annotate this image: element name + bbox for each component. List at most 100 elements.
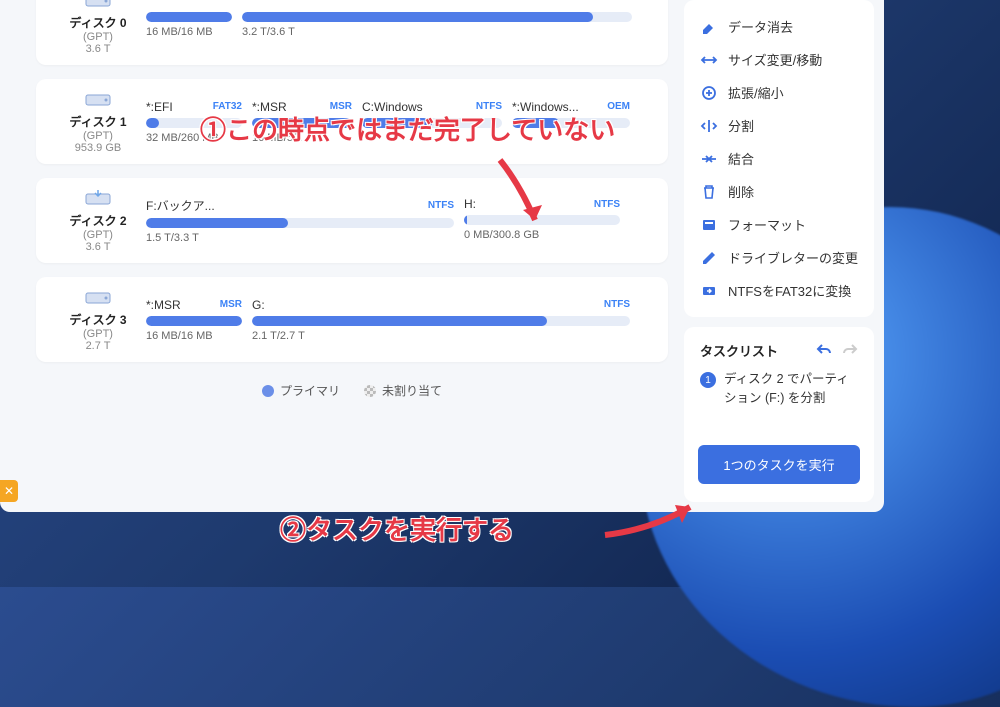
task-number-badge: 1 bbox=[700, 372, 716, 388]
task-list-box: タスクリスト 1 ディスク 2 でパーティション (F:) を分割 1つのタスク… bbox=[684, 327, 874, 502]
undo-icon[interactable] bbox=[816, 341, 832, 360]
op-format[interactable]: フォーマット bbox=[690, 208, 868, 241]
op-label: 分割 bbox=[728, 116, 754, 135]
partition[interactable]: *:Windows... OEM bbox=[512, 100, 630, 144]
trash-icon bbox=[700, 183, 718, 201]
op-label: 結合 bbox=[728, 149, 754, 168]
partition[interactable]: G: NTFS 2.1 T/2.7 T bbox=[252, 298, 630, 342]
partition-fs: NTFS bbox=[594, 199, 620, 210]
disk-capacity: 953.9 GB bbox=[75, 142, 121, 154]
partition-fs: MSR bbox=[330, 101, 352, 112]
partition[interactable]: C:WindowsNTFS bbox=[362, 100, 502, 144]
partition-list: 16 MB/16 MB 3.2 T/3.6 T bbox=[146, 8, 654, 38]
op-label: フォーマット bbox=[728, 215, 806, 234]
op-label: 削除 bbox=[728, 182, 754, 201]
op-data-erase[interactable]: データ消去 bbox=[690, 10, 868, 43]
disk-info: ディスク 1 (GPT) 953.9 GB bbox=[50, 89, 146, 154]
convert-icon bbox=[700, 282, 718, 300]
partition-label: G: bbox=[252, 298, 265, 312]
op-split[interactable]: 分割 bbox=[690, 109, 868, 142]
close-icon: ✕ bbox=[4, 484, 14, 498]
disk-card-2[interactable]: ディスク 2 (GPT) 3.6 T F:バックア...NTFS 1.5 T/3… bbox=[36, 178, 668, 263]
app-window: ディスク 0 (GPT) 3.6 T 16 MB/16 MB 3.2 T/3.6… bbox=[0, 0, 884, 512]
partition[interactable]: *:EFIFAT32 32 MB/260 MB bbox=[146, 100, 242, 144]
partition-label: *:MSR bbox=[146, 298, 181, 312]
op-label: 拡張/縮小 bbox=[728, 83, 784, 102]
partition[interactable]: F:バックア... NTFS 1.5 T/3.3 T bbox=[146, 197, 454, 244]
disk-list-panel: ディスク 0 (GPT) 3.6 T 16 MB/16 MB 3.2 T/3.6… bbox=[0, 0, 678, 512]
partition-size: 2.1 T/2.7 T bbox=[252, 330, 630, 342]
op-resize-move[interactable]: サイズ変更/移動 bbox=[690, 43, 868, 76]
op-merge[interactable]: 結合 bbox=[690, 142, 868, 175]
unallocated-swatch-icon bbox=[364, 385, 376, 397]
partition[interactable]: H:NTFS 0 MB/300.8 GB bbox=[464, 197, 620, 244]
resize-icon bbox=[700, 51, 718, 69]
disk-info: ディスク 0 (GPT) 3.6 T bbox=[50, 0, 146, 55]
side-tab[interactable]: ✕ bbox=[0, 480, 18, 502]
redo-icon[interactable] bbox=[842, 341, 858, 360]
partition-fs: NTFS bbox=[604, 299, 630, 310]
legend: プライマリ 未割り当て bbox=[36, 376, 668, 405]
partition[interactable]: *:MSR MSR 16 MB/16 MB bbox=[146, 298, 242, 342]
op-ntfs-to-fat32[interactable]: NTFSをFAT32に変換 bbox=[690, 274, 868, 307]
disk-icon bbox=[84, 0, 112, 10]
legend-primary-label: プライマリ bbox=[280, 382, 340, 399]
task-item[interactable]: 1 ディスク 2 でパーティション (F:) を分割 bbox=[690, 368, 868, 416]
disk-scheme: (GPT) bbox=[83, 130, 113, 142]
partition-label: H: bbox=[464, 197, 476, 211]
partition-list: *:EFIFAT32 32 MB/260 MB *:MSR MSR 16 MB/5… bbox=[146, 100, 654, 144]
partition-label: *:MSR bbox=[252, 100, 287, 114]
disk-name: ディスク 1 bbox=[69, 113, 126, 130]
partition-size: 16 MB/50. bbox=[252, 132, 352, 144]
partition-fs: MSR bbox=[220, 299, 242, 310]
disk-scheme: (GPT) bbox=[83, 31, 113, 43]
partition-bar bbox=[252, 118, 352, 128]
op-label: データ消去 bbox=[728, 17, 793, 36]
disk-icon bbox=[84, 287, 112, 307]
op-label: NTFSをFAT32に変換 bbox=[728, 281, 851, 300]
partition-label: F:バックア... bbox=[146, 197, 215, 214]
annotation-2: ②タスクを実行する bbox=[280, 510, 514, 547]
run-tasks-button[interactable]: 1つのタスクを実行 bbox=[698, 445, 860, 484]
disk-card-1[interactable]: ディスク 1 (GPT) 953.9 GB *:EFIFAT32 32 MB/2… bbox=[36, 79, 668, 164]
task-list-header: タスクリスト bbox=[690, 337, 868, 368]
eraser-icon bbox=[700, 18, 718, 36]
op-change-drive-letter[interactable]: ドライブレターの変更 bbox=[690, 241, 868, 274]
partition-bar bbox=[146, 12, 232, 22]
disk-icon bbox=[84, 89, 112, 109]
format-icon bbox=[700, 216, 718, 234]
op-delete[interactable]: 削除 bbox=[690, 175, 868, 208]
split-icon bbox=[700, 117, 718, 135]
disk-capacity: 3.6 T bbox=[86, 43, 111, 55]
disk-name: ディスク 0 bbox=[69, 14, 126, 31]
partition[interactable]: 3.2 T/3.6 T bbox=[242, 8, 632, 38]
disk-capacity: 3.6 T bbox=[86, 241, 111, 253]
partition[interactable]: 16 MB/16 MB bbox=[146, 8, 232, 38]
disk-icon bbox=[84, 188, 112, 208]
partition-list: F:バックア...NTFS 1.5 T/3.3 T H:NTFS 0 MB/30… bbox=[146, 197, 654, 244]
partition-fs: OEM bbox=[607, 101, 630, 112]
partition-bar bbox=[146, 118, 242, 128]
partition-bar bbox=[362, 118, 502, 128]
partition-bar bbox=[242, 12, 632, 22]
partition-bar bbox=[252, 316, 630, 326]
partition-label: C:Windows bbox=[362, 100, 423, 114]
legend-primary: プライマリ bbox=[262, 382, 340, 399]
partition-fs: NTFS bbox=[428, 200, 454, 211]
task-text: ディスク 2 でパーティション (F:) を分割 bbox=[724, 370, 858, 408]
disk-capacity: 2.7 T bbox=[86, 340, 111, 352]
partition-bar bbox=[146, 218, 454, 228]
partition-label: *:Windows... bbox=[512, 100, 579, 114]
disk-card-3[interactable]: ディスク 3 (GPT) 2.7 T *:MSRMSR 16 MB/16 MB … bbox=[36, 277, 668, 362]
partition-size: 16 MB/16 MB bbox=[146, 330, 242, 342]
primary-swatch-icon bbox=[262, 385, 274, 397]
partition-list: *:MSR MSR 16 MB/16 MB G: NTFS 2.1 T/2.7 T bbox=[146, 298, 654, 342]
partition-size: 1.5 T/3.3 T bbox=[146, 232, 454, 244]
partition-size: 3.2 T/3.6 T bbox=[242, 26, 632, 38]
op-extend-shrink[interactable]: 拡張/縮小 bbox=[690, 76, 868, 109]
partition-bar bbox=[464, 215, 620, 225]
disk-card-0[interactable]: ディスク 0 (GPT) 3.6 T 16 MB/16 MB 3.2 T/3.6… bbox=[36, 0, 668, 65]
partition-size: 16 MB/16 MB bbox=[146, 26, 232, 38]
partition-fs: FAT32 bbox=[213, 101, 242, 112]
partition[interactable]: *:MSR MSR 16 MB/50. bbox=[252, 100, 352, 144]
